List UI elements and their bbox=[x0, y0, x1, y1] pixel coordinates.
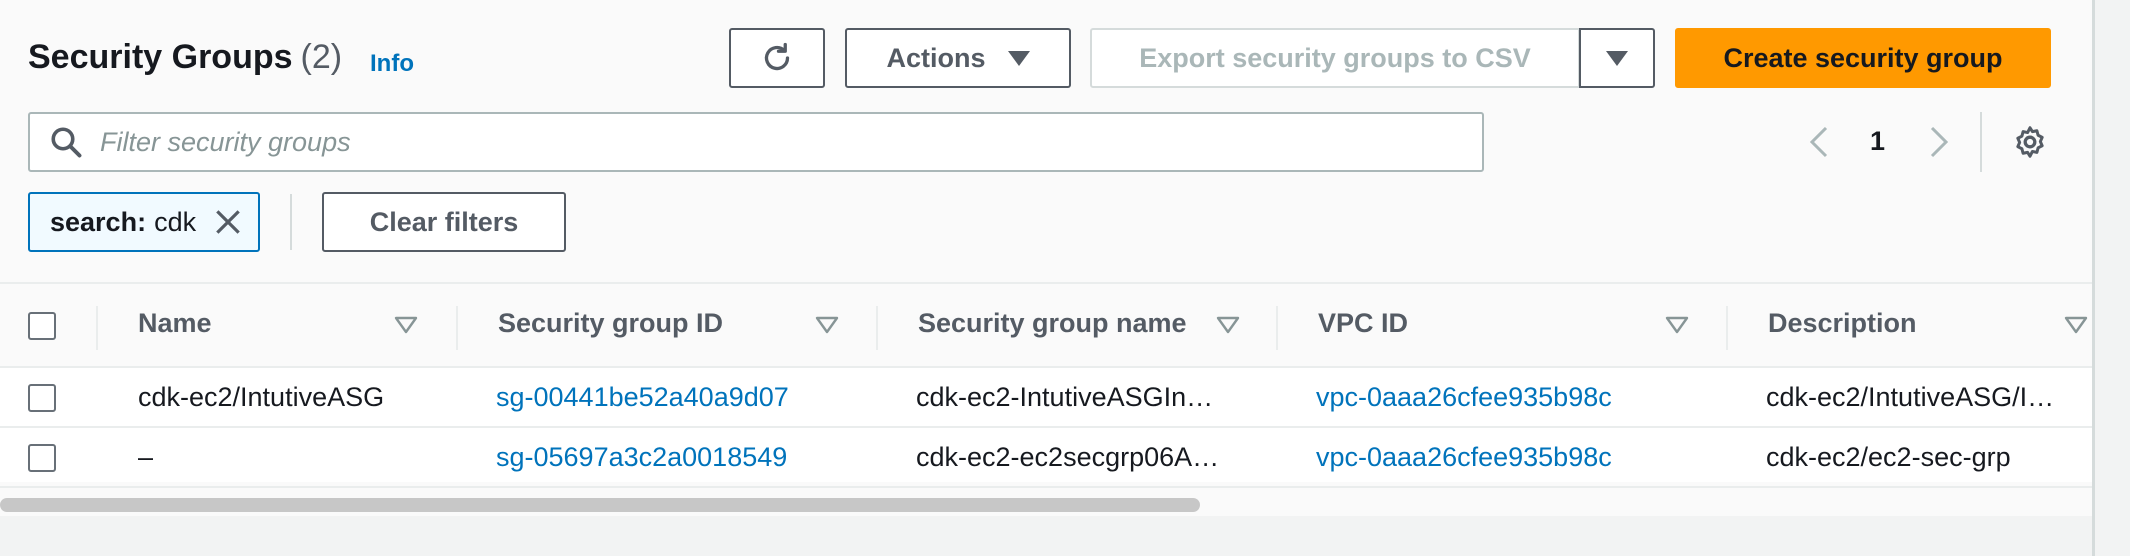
refresh-button[interactable] bbox=[729, 28, 825, 88]
column-divider bbox=[96, 306, 98, 350]
filter-divider bbox=[290, 194, 292, 250]
close-icon[interactable] bbox=[212, 206, 244, 238]
export-csv-label: Export security groups to CSV bbox=[1139, 42, 1531, 73]
chevron-left-icon[interactable] bbox=[1804, 122, 1834, 162]
actions-dropdown[interactable]: Actions bbox=[845, 28, 1071, 88]
refresh-icon bbox=[764, 42, 790, 71]
sort-icon[interactable] bbox=[2064, 316, 2088, 334]
column-divider bbox=[876, 306, 878, 350]
current-page[interactable]: 1 bbox=[1870, 126, 1885, 157]
table-header: Name Security group ID Security group na… bbox=[0, 282, 2092, 368]
filter-token-key: search: bbox=[50, 206, 147, 237]
column-header-vpc-id[interactable]: VPC ID bbox=[1318, 308, 1408, 339]
column-header-sg-id[interactable]: Security group ID bbox=[498, 308, 723, 339]
caret-down-icon bbox=[1007, 50, 1030, 66]
cell-description: cdk-ec2/ec2-sec-grp bbox=[1766, 442, 2011, 472]
column-header-description[interactable]: Description bbox=[1768, 308, 1917, 339]
chevron-right-icon[interactable] bbox=[1924, 122, 1954, 162]
filter-token-value: cdk bbox=[154, 206, 197, 237]
row-checkbox[interactable] bbox=[28, 444, 56, 472]
cell-name: – bbox=[138, 442, 154, 472]
scrollbar-thumb[interactable] bbox=[0, 498, 1200, 512]
security-groups-table: Name Security group ID Security group na… bbox=[0, 282, 2092, 488]
table-row[interactable]: cdk-ec2/IntutiveASG sg-00441be52a40a9d07… bbox=[0, 368, 2092, 428]
sort-icon[interactable] bbox=[1216, 316, 1240, 334]
actions-label: Actions bbox=[886, 42, 986, 73]
sort-icon[interactable] bbox=[394, 316, 418, 334]
window-edge bbox=[2092, 0, 2130, 556]
create-security-group-button[interactable]: Create security group bbox=[1675, 28, 2051, 88]
row-checkbox[interactable] bbox=[28, 384, 56, 412]
cell-sg-name: cdk-ec2-ec2secgrp06A… bbox=[916, 442, 1220, 472]
clear-filters-button[interactable]: Clear filters bbox=[322, 192, 566, 252]
cell-sg-name: cdk-ec2-IntutiveASGIn… bbox=[916, 382, 1214, 412]
caret-down-icon bbox=[1606, 50, 1628, 66]
result-count: (2) bbox=[300, 38, 343, 76]
cell-sg-id-link[interactable]: sg-05697a3c2a0018549 bbox=[496, 442, 787, 473]
page-title: Security Groups (2) bbox=[28, 38, 342, 77]
pagination-divider bbox=[1980, 112, 1982, 172]
cell-vpc-id-link[interactable]: vpc-0aaa26cfee935b98c bbox=[1316, 382, 1612, 413]
sort-icon[interactable] bbox=[815, 316, 839, 334]
search-icon bbox=[51, 127, 82, 158]
filter-input[interactable] bbox=[98, 125, 1482, 159]
cell-name: cdk-ec2/IntutiveASG bbox=[138, 382, 385, 412]
sort-icon[interactable] bbox=[1665, 316, 1689, 334]
column-header-name[interactable]: Name bbox=[138, 308, 212, 339]
clear-filters-label: Clear filters bbox=[369, 206, 519, 237]
security-groups-panel: Security Groups (2) Info Actions Export s… bbox=[0, 0, 2092, 516]
column-header-sg-name[interactable]: Security group name bbox=[918, 308, 1187, 339]
column-divider bbox=[1726, 306, 1728, 350]
export-csv-button: Export security groups to CSV bbox=[1090, 28, 1580, 88]
info-link[interactable]: Info bbox=[370, 50, 414, 78]
page-title-text: Security Groups bbox=[28, 38, 293, 76]
table-row[interactable]: – sg-05697a3c2a0018549 cdk-ec2-ec2secgrp… bbox=[0, 428, 2092, 488]
create-security-group-label: Create security group bbox=[1723, 42, 2003, 73]
select-all-checkbox[interactable] bbox=[28, 312, 56, 340]
cell-vpc-id-link[interactable]: vpc-0aaa26cfee935b98c bbox=[1316, 442, 1612, 473]
export-options-button[interactable] bbox=[1579, 28, 1655, 88]
column-divider bbox=[456, 306, 458, 350]
filter-search-box[interactable] bbox=[28, 112, 1484, 172]
column-divider bbox=[1276, 306, 1278, 350]
filter-token: search: cdk bbox=[28, 192, 260, 252]
cell-sg-id-link[interactable]: sg-00441be52a40a9d07 bbox=[496, 382, 789, 413]
gear-icon[interactable] bbox=[2012, 124, 2048, 160]
cell-description: cdk-ec2/IntutiveASG/I… bbox=[1766, 382, 2055, 412]
